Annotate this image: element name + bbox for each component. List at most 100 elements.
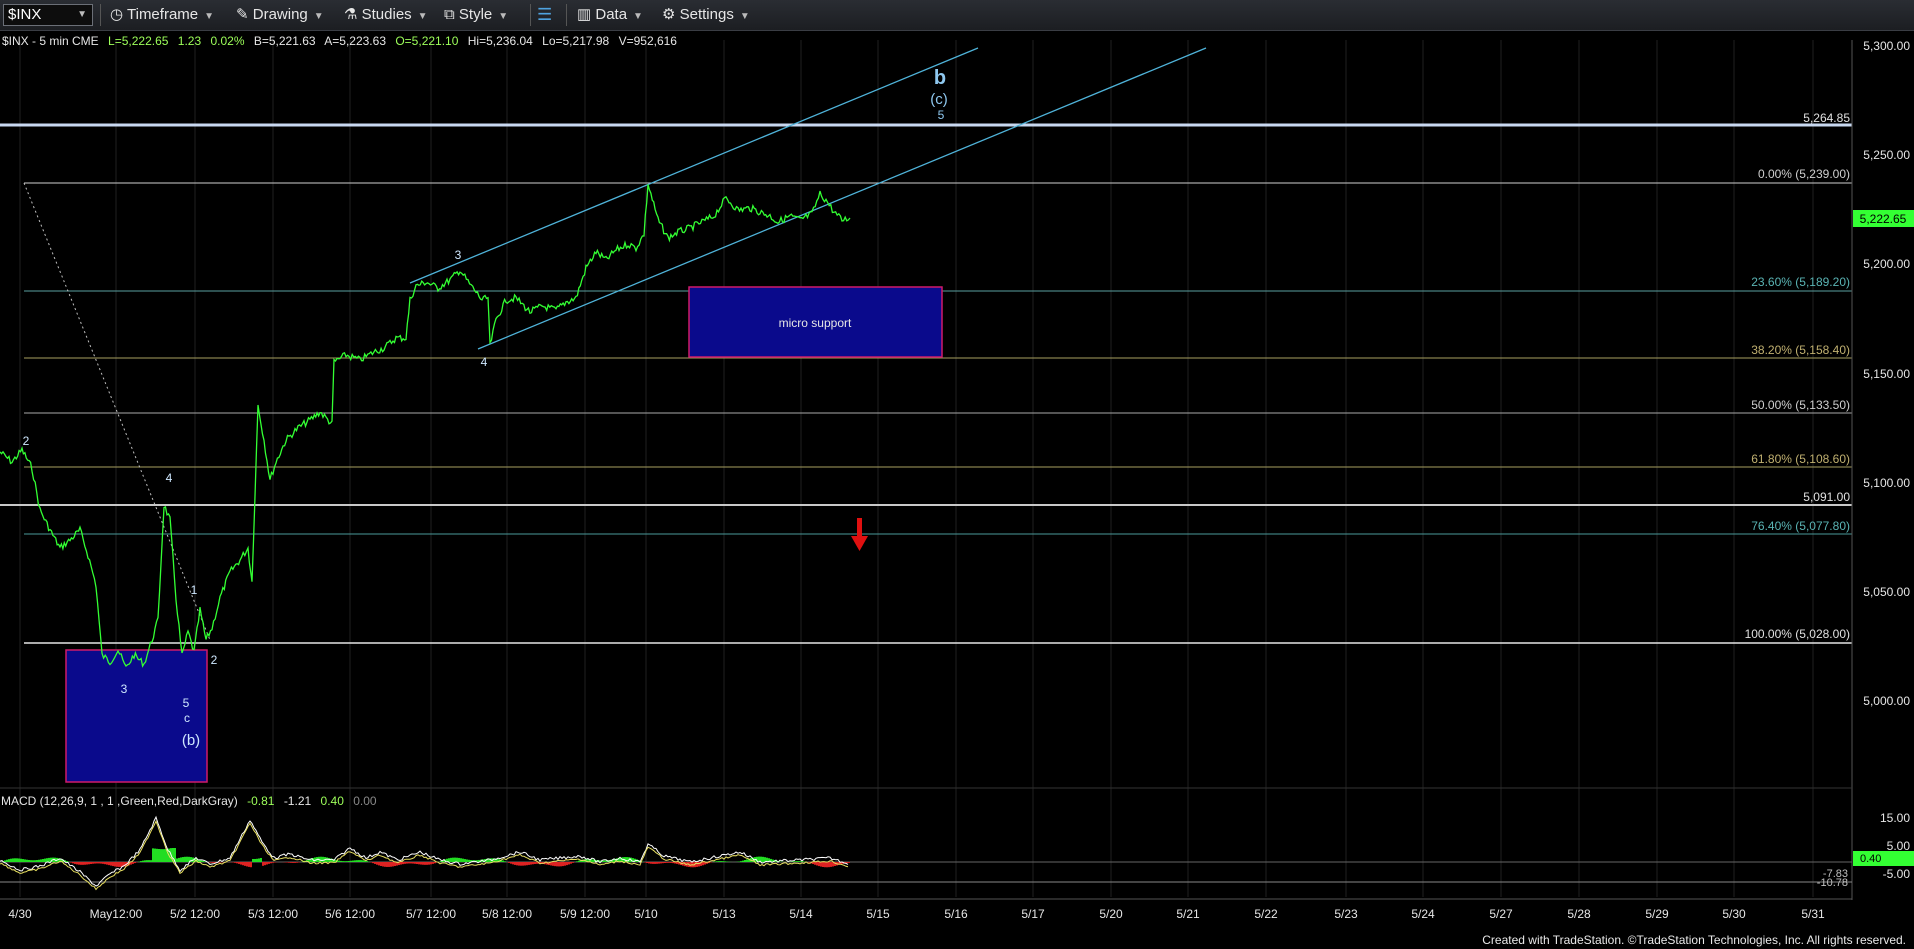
macd-histogram-bar <box>260 857 262 862</box>
macd-histogram-bar <box>108 862 110 866</box>
macd-histogram-bar <box>716 861 718 862</box>
macd-histogram-bar <box>98 862 100 864</box>
macd-histogram-bar <box>696 862 698 867</box>
macd-histogram-bar <box>658 862 660 864</box>
wave-label-b-paren: (b) <box>182 732 200 749</box>
macd-histogram-bar <box>46 858 48 862</box>
macd-histogram-bar <box>142 860 144 862</box>
macd-histogram-bar <box>762 856 764 862</box>
fib-label-382: 38.20% (5,158.40) <box>1751 343 1850 357</box>
price-tick-label: 5,300.00 <box>1863 39 1910 53</box>
fib-label-236: 23.60% (5,189.20) <box>1751 275 1850 289</box>
macd-histogram-bar <box>666 862 668 863</box>
macd-histogram-bar <box>452 857 454 862</box>
macd-histogram-bar <box>520 862 522 866</box>
macd-histogram-bar <box>660 862 662 864</box>
info-bid: B=5,221.63 <box>254 34 316 48</box>
macd-histogram-bar <box>670 862 672 863</box>
macd-histogram-bar <box>528 862 530 865</box>
macd-histogram-bar <box>522 862 524 866</box>
macd-histogram-bar <box>102 862 104 864</box>
price-tick-label: 5,000.00 <box>1863 694 1910 708</box>
macd-histogram-bar <box>246 862 248 867</box>
macd-histogram-bar <box>746 859 748 862</box>
macd-histogram-bar <box>6 859 8 862</box>
macd-histogram-bar <box>320 856 322 862</box>
macd-histogram-bar <box>322 856 324 862</box>
date-tick-label: May12:00 <box>90 907 143 921</box>
date-tick-label: 5/22 <box>1254 907 1278 921</box>
macd-histogram-bar <box>654 862 656 864</box>
macd-histogram-bar <box>422 862 424 865</box>
wave-label-c-paren: (c) <box>930 91 948 108</box>
macd-histogram-bar <box>530 862 532 865</box>
macd-histogram-bar <box>358 860 360 862</box>
macd-histogram-bar <box>430 862 432 865</box>
macd-histogram-bar <box>722 861 724 862</box>
macd-value-b: -10.78 <box>1817 877 1848 889</box>
macd-histogram-bar <box>344 861 346 862</box>
macd-histogram-bar <box>518 862 520 866</box>
macd-histogram-bar <box>80 862 82 865</box>
price-tick-label: 5,250.00 <box>1863 148 1910 162</box>
macd-histogram-bar <box>742 860 744 862</box>
macd-v1: -0.81 <box>247 794 275 808</box>
macd-histogram-bar <box>76 862 78 865</box>
macd-histogram-bar <box>88 862 90 865</box>
macd-histogram-bar <box>82 862 84 865</box>
info-change-pct: 0.02% <box>210 34 244 48</box>
macd-histogram-bar <box>350 860 352 862</box>
macd-histogram-bar <box>240 862 242 865</box>
macd-histogram-bar <box>326 857 328 862</box>
macd-histogram-bar <box>288 862 290 863</box>
macd-histogram-bar <box>42 859 44 862</box>
macd-histogram-bar <box>164 849 166 862</box>
wave-label-3-mid: 3 <box>455 248 462 262</box>
macd-histogram-bar <box>346 861 348 862</box>
date-tick-label: 5/30 <box>1722 907 1746 921</box>
macd-histogram-bar <box>264 862 266 866</box>
channel-upper[interactable] <box>409 47 979 284</box>
macd-v3: 0.40 <box>321 794 345 808</box>
macd-histogram-bar <box>70 862 72 863</box>
macd-histogram-bar <box>434 862 436 864</box>
macd-histogram-bar <box>718 861 720 862</box>
macd-histogram-bar <box>20 858 22 862</box>
date-tick-label: 5/2 12:00 <box>170 907 220 921</box>
macd-histogram-bar <box>84 862 86 865</box>
macd-histogram-bar <box>268 862 270 864</box>
macd-histogram-bar <box>560 862 562 867</box>
macd-histogram-bar <box>150 860 152 862</box>
macd-histogram-bar <box>144 860 146 862</box>
price-series <box>0 184 851 668</box>
macd-histogram-bar <box>22 859 24 862</box>
date-tick-label: 5/20 <box>1099 907 1123 921</box>
macd-histogram-bar <box>132 862 134 864</box>
macd-histogram-bar <box>816 862 818 866</box>
macd-histogram-bar <box>846 862 848 864</box>
date-tick-label: 5/7 12:00 <box>406 907 456 921</box>
macd-histogram-bar <box>824 862 826 868</box>
macd-histogram-bar <box>184 856 186 862</box>
macd-histogram-bar <box>380 862 382 867</box>
wave-label-4-left: 4 <box>166 471 173 485</box>
macd-histogram-bar <box>146 860 148 862</box>
macd-histogram-bar <box>40 859 42 862</box>
macd-histogram-bar <box>10 858 12 862</box>
price-chart[interactable]: $INX - 5 min CME L=5,222.65 1.23 0.02% B… <box>0 0 1914 949</box>
info-open: O=5,221.10 <box>395 34 458 48</box>
macd-histogram-bar <box>798 861 800 862</box>
macd-histogram-bar <box>266 862 268 865</box>
date-tick-label: 5/8 12:00 <box>482 907 532 921</box>
date-axis: 4/30 May12:00 5/2 12:00 5/3 12:00 5/6 12:00 5… <box>8 907 1825 921</box>
macd-histogram-bar <box>648 862 650 864</box>
date-tick-label: 5/31 <box>1801 907 1825 921</box>
dotted-trendline[interactable] <box>23 182 211 641</box>
wave-label-5-top: 5 <box>938 108 945 122</box>
vertical-grid <box>19 40 1814 897</box>
macd-histogram-bar <box>162 849 164 862</box>
macd-histogram-bar <box>532 862 534 865</box>
macd-histogram-bar <box>526 862 528 866</box>
macd-histogram-bar <box>106 862 108 865</box>
info-volume: V=952,616 <box>619 34 678 48</box>
